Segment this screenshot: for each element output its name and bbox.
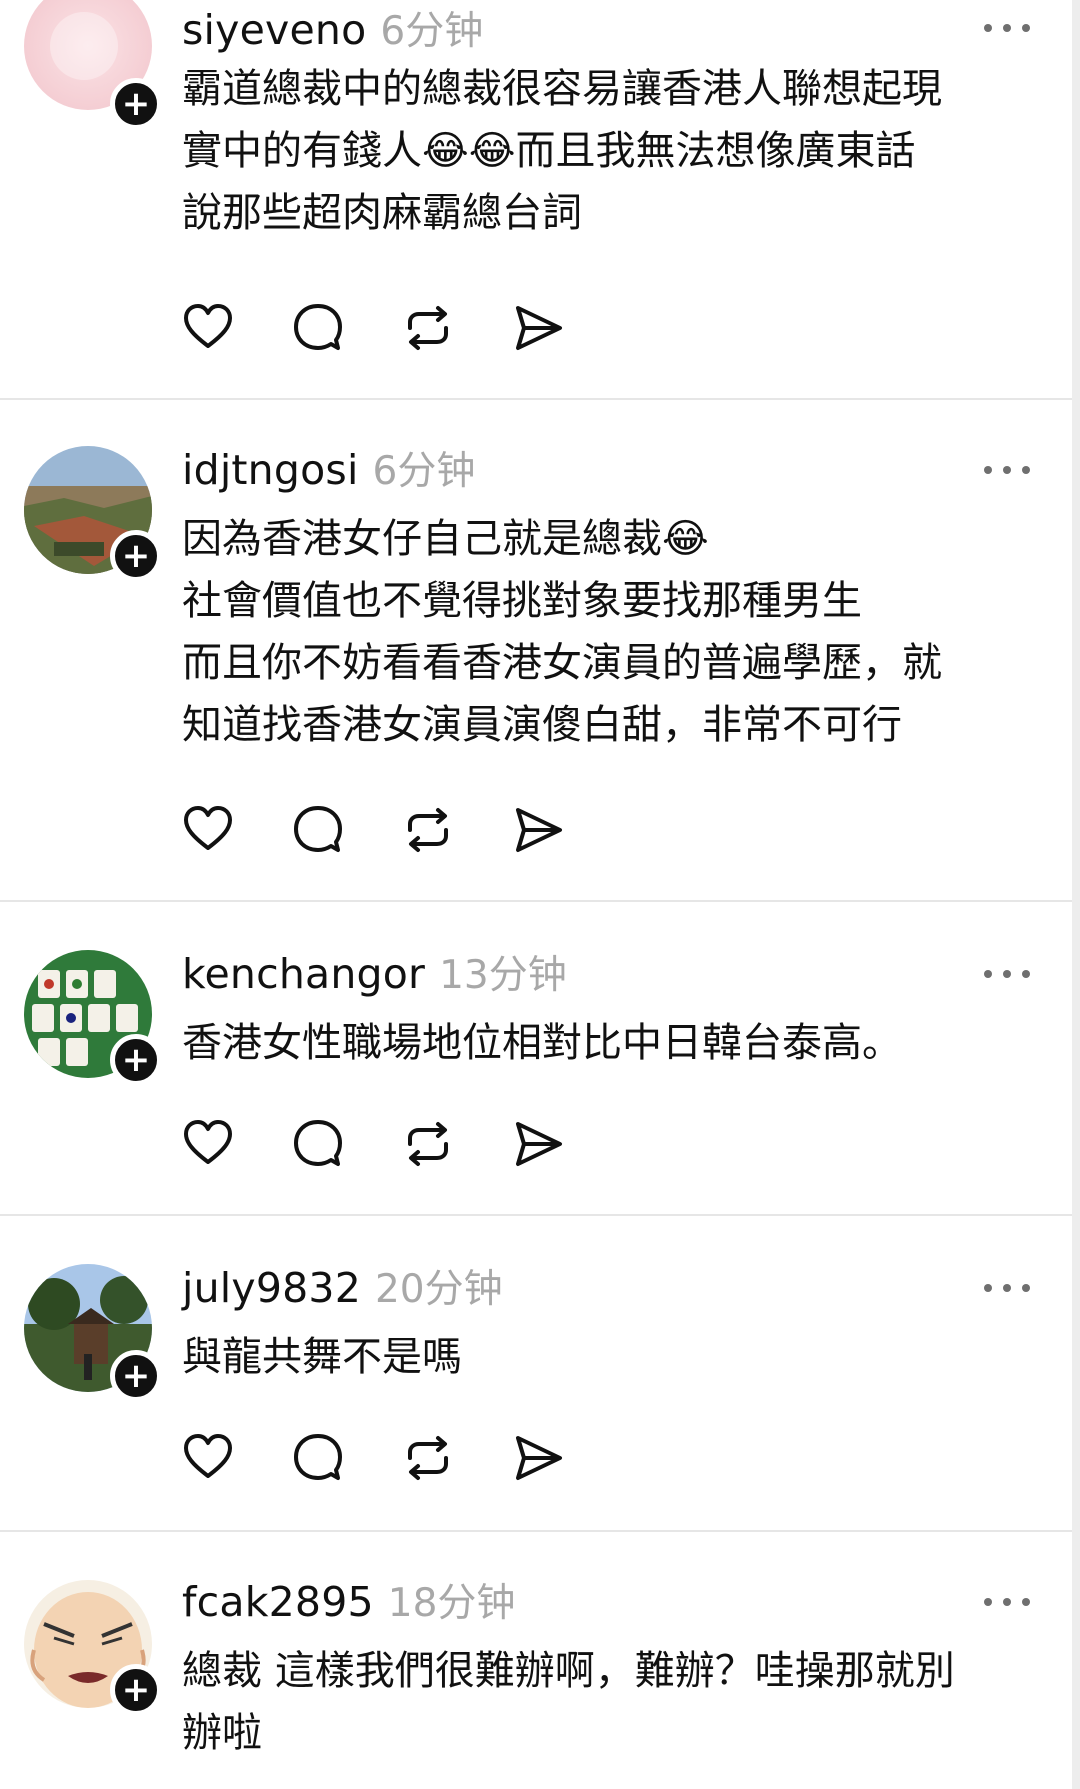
more-dot: [1003, 1284, 1011, 1292]
comment-button[interactable]: [290, 1430, 346, 1486]
more-options-button[interactable]: [984, 18, 1030, 38]
more-dots-icon: [984, 466, 992, 474]
more-dots-icon: [984, 1284, 992, 1292]
more-dot: [1022, 970, 1030, 978]
plus-icon: +: [121, 536, 151, 576]
more-options-button[interactable]: [984, 1278, 1030, 1298]
heart-icon: [184, 1434, 232, 1478]
plus-icon: +: [121, 1356, 151, 1396]
comment-bubble-icon: [294, 1120, 342, 1166]
plus-icon: +: [121, 1670, 151, 1710]
send-arrow-icon: [516, 1436, 562, 1480]
username[interactable]: siyeveno: [182, 6, 366, 54]
repost-arrows-icon: [408, 1436, 448, 1480]
follow-button[interactable]: +: [110, 78, 162, 130]
like-button[interactable]: [180, 1116, 236, 1172]
heart-icon: [184, 806, 232, 850]
comment-text: 因為香港女仔自己就是總裁😂 社會價值也不覺得挑對象要找那種男生 而且你不妨看看香…: [182, 516, 942, 748]
timestamp: 6分钟: [372, 449, 476, 494]
more-options-button[interactable]: [984, 1592, 1030, 1612]
divider: [0, 1530, 1072, 1532]
follow-button[interactable]: +: [110, 530, 162, 582]
plus-icon: +: [121, 84, 151, 124]
comment-text: 香港女性職場地位相對比中日韓台泰高。: [182, 1020, 902, 1066]
repost-arrows-icon: [408, 306, 448, 350]
share-button[interactable]: [510, 1430, 566, 1486]
more-dots-icon: [984, 24, 992, 32]
divider: [0, 900, 1072, 902]
timestamp: 18分钟: [387, 1581, 516, 1626]
more-dot: [1022, 1284, 1030, 1292]
timestamp: 20分钟: [374, 1267, 503, 1312]
send-arrow-icon: [516, 808, 562, 852]
like-button[interactable]: [180, 1430, 236, 1486]
comment-bubble-icon: [294, 806, 342, 852]
timestamp: 13分钟: [439, 953, 567, 998]
comment-header: siyeveno 6分钟: [182, 0, 483, 60]
repost-arrows-icon: [408, 1122, 448, 1166]
comment-bubble-icon: [294, 1434, 342, 1480]
divider: [0, 1214, 1072, 1216]
comment-button[interactable]: [290, 802, 346, 858]
like-button[interactable]: [180, 300, 236, 356]
heart-icon: [184, 304, 232, 348]
repost-button[interactable]: [400, 300, 456, 356]
plus-icon: +: [121, 1040, 151, 1080]
username[interactable]: fcak2895: [182, 1578, 374, 1626]
comment-text: 霸道總裁中的總裁很容易讓香港人聯想起現 實中的有錢人😂😂而且我無法想像廣東話 說…: [182, 66, 942, 236]
share-button[interactable]: [510, 300, 566, 356]
comment-bubble-icon: [294, 304, 342, 350]
timestamp: 6分钟: [380, 9, 484, 54]
follow-button[interactable]: +: [110, 1034, 162, 1086]
username[interactable]: july9832: [182, 1264, 361, 1312]
comment-feed: + siyeveno 6分钟 霸道總裁中的總裁很容易讓香港人聯想起現 實中的有錢…: [0, 0, 1080, 1789]
more-dot: [1022, 24, 1030, 32]
share-button[interactable]: [510, 802, 566, 858]
more-dot: [1003, 24, 1011, 32]
divider: [0, 398, 1072, 400]
more-dot: [1003, 970, 1011, 978]
repost-button[interactable]: [400, 1116, 456, 1172]
like-button[interactable]: [180, 802, 236, 858]
repost-arrows-icon: [408, 808, 448, 852]
comment-text: 與龍共舞不是嗎: [182, 1334, 462, 1380]
heart-icon: [184, 1120, 232, 1164]
comment-header: idjtngosi 6分钟: [182, 440, 475, 500]
more-dot: [1003, 466, 1011, 474]
more-options-button[interactable]: [984, 964, 1030, 984]
more-dots-icon: [984, 1598, 992, 1606]
more-dot: [1022, 1598, 1030, 1606]
comment-header: july9832 20分钟: [182, 1258, 503, 1318]
share-button[interactable]: [510, 1116, 566, 1172]
username[interactable]: kenchangor: [182, 950, 425, 998]
comment-header: fcak2895 18分钟: [182, 1572, 515, 1632]
username[interactable]: idjtngosi: [182, 446, 359, 494]
repost-button[interactable]: [400, 1430, 456, 1486]
more-dots-icon: [984, 970, 992, 978]
more-options-button[interactable]: [984, 460, 1030, 480]
comment-header: kenchangor 13分钟: [182, 944, 567, 1004]
comment-button[interactable]: [290, 300, 346, 356]
more-dot: [1022, 466, 1030, 474]
comment-text: 總裁 這樣我們很難辦啊，難辦？哇操那就別 辦啦: [182, 1648, 955, 1756]
scroll-edge: [1072, 0, 1080, 1789]
follow-button[interactable]: +: [110, 1350, 162, 1402]
send-arrow-icon: [516, 1122, 562, 1166]
repost-button[interactable]: [400, 802, 456, 858]
follow-button[interactable]: +: [110, 1664, 162, 1716]
more-dot: [1003, 1598, 1011, 1606]
send-arrow-icon: [516, 306, 562, 350]
comment-button[interactable]: [290, 1116, 346, 1172]
